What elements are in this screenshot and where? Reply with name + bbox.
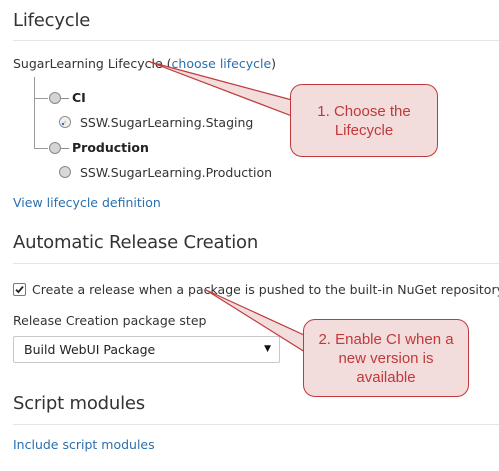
phase-ci-label: CI xyxy=(72,90,86,105)
selected-lifecycle-line: SugarLearning Lifecycle (choose lifecycl… xyxy=(13,56,276,71)
lifecycle-divider xyxy=(13,40,499,41)
release-creation-divider xyxy=(13,263,499,264)
choose-lifecycle-link[interactable]: choose lifecycle xyxy=(172,56,272,71)
tree-branch-ci xyxy=(34,98,48,99)
dropdown-caret-icon: ▼ xyxy=(264,344,271,354)
package-step-select[interactable]: Build WebUI Package ▼ xyxy=(13,336,280,363)
release-creation-heading: Automatic Release Creation xyxy=(13,232,259,253)
include-script-modules-link[interactable]: Include script modules xyxy=(13,437,155,452)
callout-choose-lifecycle: 1. Choose the Lifecycle xyxy=(290,84,438,157)
callout-enable-ci: 2. Enable CI when a new version is avail… xyxy=(303,319,469,397)
phase-ci-connector xyxy=(61,98,69,99)
view-lifecycle-definition-link[interactable]: View lifecycle definition xyxy=(13,195,161,210)
tree-branch-production xyxy=(34,148,48,149)
phase-production-connector xyxy=(61,148,69,149)
selected-lifecycle-name: SugarLearning Lifecycle xyxy=(13,56,163,71)
environment-staging-label: SSW.SugarLearning.Staging xyxy=(80,115,254,130)
environment-circle-icon xyxy=(59,166,71,178)
lifecycle-heading: Lifecycle xyxy=(13,10,91,31)
package-step-selected-value: Build WebUI Package xyxy=(24,342,156,357)
script-modules-heading: Script modules xyxy=(13,393,145,414)
project-settings-panel: Lifecycle SugarLearning Lifecycle (choos… xyxy=(0,0,499,471)
environment-production-label: SSW.SugarLearning.Production xyxy=(80,165,273,180)
script-modules-divider xyxy=(13,424,499,425)
deploy-in-progress-icon xyxy=(59,116,71,128)
create-release-checkbox[interactable] xyxy=(13,283,26,296)
lifecycle-tree-line xyxy=(34,77,35,149)
phase-production-label: Production xyxy=(72,140,149,155)
package-step-label: Release Creation package step xyxy=(13,313,207,328)
create-release-checkbox-label: Create a release when a package is pushe… xyxy=(32,282,499,297)
phase-production-icon xyxy=(49,142,61,154)
phase-ci-icon xyxy=(49,92,61,104)
paren-close: ) xyxy=(271,56,277,71)
checkmark-icon xyxy=(15,286,24,294)
